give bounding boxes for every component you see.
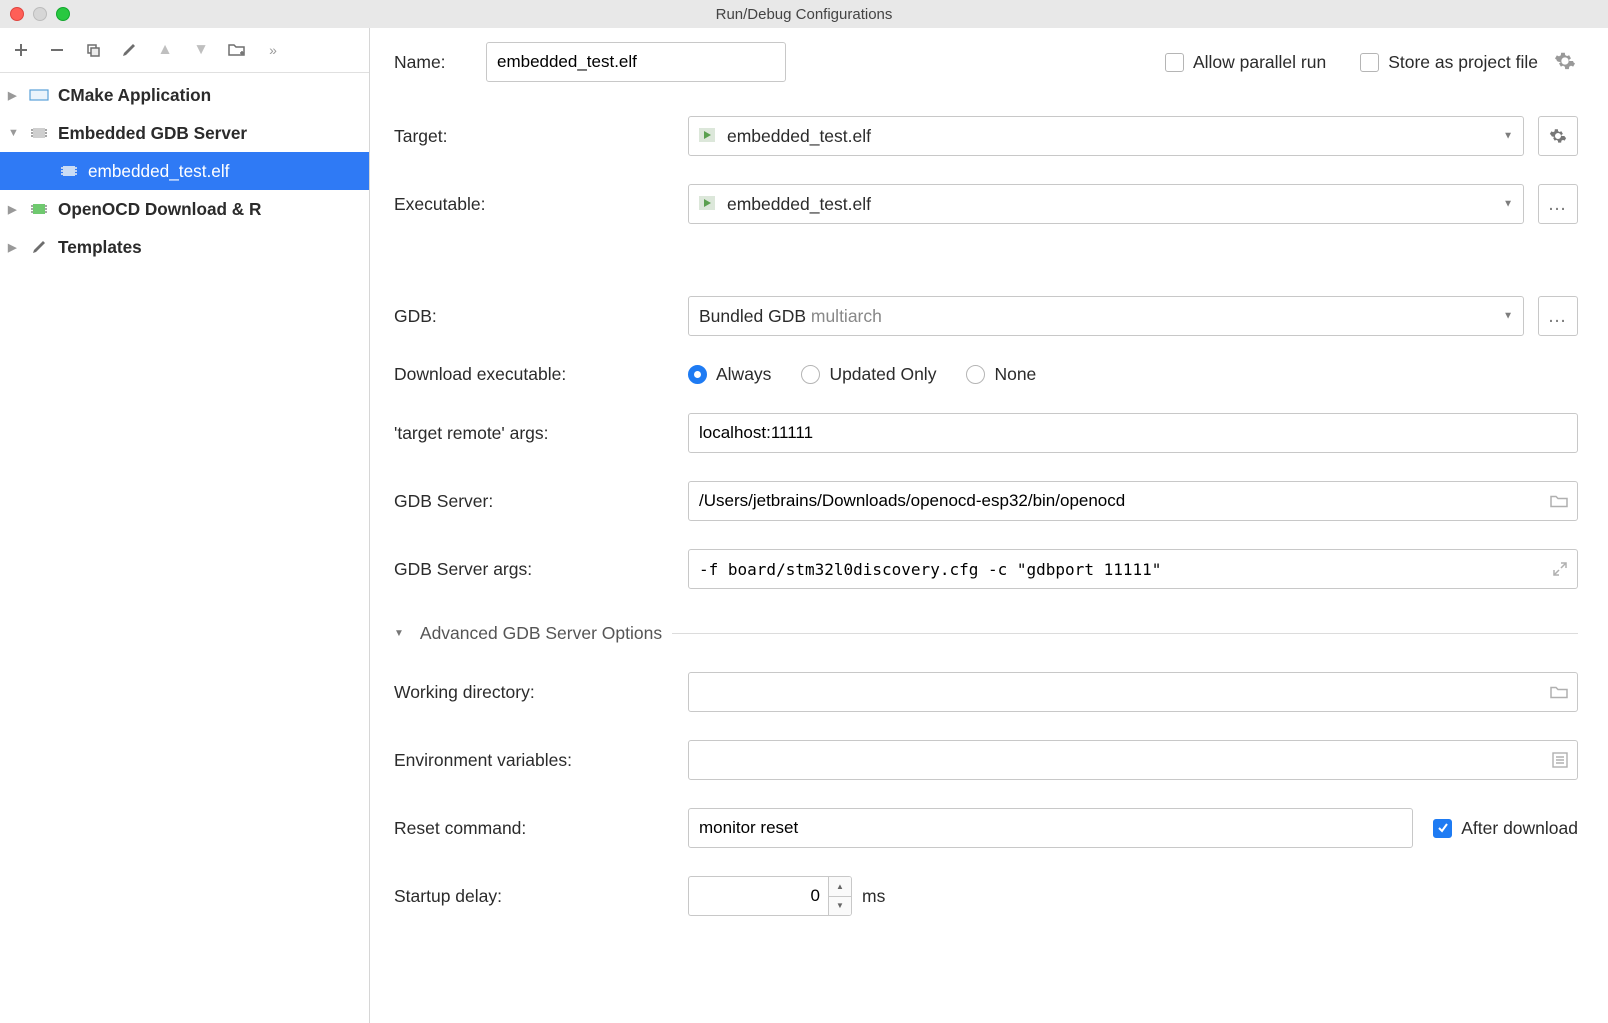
gdb-value-muted: multiarch	[811, 306, 882, 326]
tree-item-label: Templates	[58, 237, 142, 258]
tree-item-openocd[interactable]: ▶ OpenOCD Download & R	[0, 190, 369, 228]
executable-label: Executable:	[394, 194, 674, 215]
gdb-browse-button[interactable]: …	[1538, 296, 1578, 336]
checkbox-label: Allow parallel run	[1193, 52, 1326, 73]
tree-item-templates[interactable]: ▶ Templates	[0, 228, 369, 266]
reset-command-label: Reset command:	[394, 818, 674, 839]
chip-icon	[28, 124, 50, 142]
startup-delay-label: Startup delay:	[394, 886, 674, 907]
tree-item-cmake-application[interactable]: ▶ CMake Application	[0, 76, 369, 114]
reset-command-input[interactable]	[688, 808, 1413, 848]
checkbox-label: Store as project file	[1388, 52, 1538, 73]
target-label: Target:	[394, 126, 674, 147]
chevron-down-icon: ▼	[1503, 311, 1513, 322]
target-remote-args-input[interactable]	[688, 413, 1578, 453]
tree-item-label: embedded_test.elf	[88, 161, 229, 182]
working-directory-input[interactable]	[688, 672, 1578, 712]
name-input[interactable]	[486, 42, 786, 82]
chip-green-icon	[28, 200, 50, 218]
run-debug-configurations-window: Run/Debug Configurations ▲ ▼	[0, 0, 1608, 1023]
move-down-button[interactable]: ▼	[190, 39, 212, 61]
gdb-server-args-input[interactable]	[688, 549, 1578, 589]
gdb-server-label: GDB Server:	[394, 491, 674, 512]
spinner-up-button[interactable]: ▲	[829, 877, 851, 897]
radio-none[interactable]: None	[966, 364, 1036, 385]
radio-updated-only[interactable]: Updated Only	[801, 364, 936, 385]
store-project-file-checkbox[interactable]: Store as project file	[1360, 52, 1538, 73]
tree-item-embedded-gdb-server[interactable]: ▼ Embedded GDB Server	[0, 114, 369, 152]
tree-item-embedded-test-elf[interactable]: embedded_test.elf	[0, 152, 369, 190]
allow-parallel-checkbox[interactable]: Allow parallel run	[1165, 52, 1326, 73]
list-icon[interactable]	[1552, 752, 1568, 768]
startup-delay-unit: ms	[862, 886, 885, 907]
gdb-server-args-label: GDB Server args:	[394, 559, 674, 580]
config-panel: Name: Allow parallel run Store as projec…	[370, 28, 1608, 1023]
gdb-value-prefix: Bundled GDB	[699, 306, 811, 326]
run-icon	[699, 196, 717, 212]
folder-button[interactable]	[226, 39, 248, 61]
chip-icon	[58, 162, 80, 180]
env-vars-label: Environment variables:	[394, 750, 674, 771]
advanced-section-header[interactable]: ▼ Advanced GDB Server Options	[394, 623, 1578, 644]
wrench-icon	[28, 238, 50, 256]
startup-delay-input[interactable]	[688, 876, 828, 916]
chevron-down-icon: ▼	[1503, 131, 1513, 142]
cmake-icon	[28, 86, 50, 104]
run-icon	[699, 128, 717, 144]
zoom-window-button[interactable]	[56, 7, 70, 21]
expand-icon[interactable]	[1552, 561, 1568, 577]
titlebar: Run/Debug Configurations	[0, 0, 1608, 28]
startup-delay-spinner[interactable]: ▲ ▼	[688, 876, 852, 916]
executable-value: embedded_test.elf	[727, 194, 871, 215]
window-title: Run/Debug Configurations	[0, 6, 1608, 23]
browse-folder-icon[interactable]	[1550, 494, 1568, 509]
edit-defaults-button[interactable]	[118, 39, 140, 61]
env-vars-input[interactable]	[688, 740, 1578, 780]
checkbox-label: After download	[1461, 818, 1578, 839]
sidebar: ▲ ▼ » ▶ CMake Application ▼	[0, 28, 370, 1023]
move-up-button[interactable]: ▲	[154, 39, 176, 61]
target-select[interactable]: embedded_test.elf ▼	[688, 116, 1524, 156]
minimize-window-button[interactable]	[33, 7, 47, 21]
name-label: Name:	[394, 52, 470, 73]
copy-config-button[interactable]	[82, 39, 104, 61]
radio-always[interactable]: Always	[688, 364, 771, 385]
executable-browse-button[interactable]: …	[1538, 184, 1578, 224]
browse-folder-icon[interactable]	[1550, 685, 1568, 700]
download-executable-radios: Always Updated Only None	[688, 364, 1578, 385]
gdb-label: GDB:	[394, 306, 674, 327]
add-config-button[interactable]	[10, 39, 32, 61]
gdb-select[interactable]: Bundled GDB multiarch ▼	[688, 296, 1524, 336]
config-tree: ▶ CMake Application ▼ Embedded GDB Serve…	[0, 73, 369, 1023]
target-value: embedded_test.elf	[727, 126, 871, 147]
spinner-down-button[interactable]: ▼	[829, 897, 851, 916]
sidebar-toolbar: ▲ ▼ »	[0, 28, 369, 73]
chevron-down-icon: ▼	[1503, 199, 1513, 210]
expand-button[interactable]: »	[262, 39, 284, 61]
remove-config-button[interactable]	[46, 39, 68, 61]
working-directory-label: Working directory:	[394, 682, 674, 703]
executable-select[interactable]: embedded_test.elf ▼	[688, 184, 1524, 224]
tree-item-label: CMake Application	[58, 85, 211, 106]
project-file-settings-button[interactable]	[1554, 50, 1578, 74]
tree-item-label: Embedded GDB Server	[58, 123, 247, 144]
target-settings-button[interactable]	[1538, 116, 1578, 156]
after-download-checkbox[interactable]: After download	[1433, 818, 1578, 839]
tree-item-label: OpenOCD Download & R	[58, 199, 261, 220]
download-executable-label: Download executable:	[394, 364, 674, 385]
target-remote-args-label: 'target remote' args:	[394, 423, 674, 444]
gdb-server-input[interactable]	[688, 481, 1578, 521]
close-window-button[interactable]	[10, 7, 24, 21]
